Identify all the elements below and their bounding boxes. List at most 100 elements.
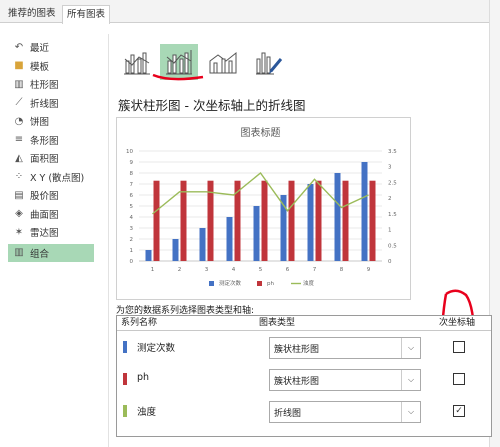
- y2-tick-label: 3: [388, 165, 392, 171]
- chevron-down-icon[interactable]: ⌵: [401, 370, 420, 390]
- series-name: 浊度: [137, 407, 157, 418]
- y-tick-label: 0: [130, 259, 134, 265]
- chart-type-value: 簇状柱形图: [274, 345, 320, 355]
- bar: [361, 162, 368, 261]
- y2-tick-label: 1: [388, 228, 392, 234]
- col-header-series-name: 系列名称: [121, 318, 158, 328]
- subtype-stacked-area-column[interactable]: [204, 44, 242, 80]
- legend-swatch: [257, 281, 262, 286]
- legend-label: 测定次数: [219, 279, 242, 287]
- sidebar-item-label: 面积图: [30, 154, 59, 166]
- series-table: 系列名称 图表类型 次坐标轴 测定次数 簇状柱形图 ⌵ ph 簇状柱形图 ⌵ 浊…: [116, 315, 492, 437]
- chart-type-select[interactable]: 折线图 ⌵: [269, 401, 421, 423]
- sidebar-item-recent[interactable]: ↶ 最近: [8, 38, 104, 57]
- series-name: 测定次数: [137, 343, 176, 354]
- bar: [369, 180, 376, 261]
- series-color-swatch: [123, 373, 127, 385]
- bar-chart-icon: ≡: [14, 134, 24, 146]
- x-tick-label: 6: [286, 267, 290, 273]
- bar: [307, 184, 314, 261]
- y-tick-label: 1: [130, 248, 134, 254]
- line-chart-icon: ⟋: [15, 97, 23, 109]
- header-divider: [117, 330, 491, 331]
- y-tick-label: 9: [130, 160, 134, 166]
- recent-icon: ↶: [14, 41, 24, 53]
- selection-underline-annotation: [152, 73, 204, 81]
- y-tick-label: 2: [130, 237, 134, 243]
- sidebar-item-area[interactable]: ◭ 面积图: [8, 149, 104, 168]
- sidebar-item-bar[interactable]: ≡ 条形图: [8, 131, 104, 150]
- series-row: ph 簇状柱形图 ⌵: [117, 365, 491, 395]
- chevron-down-icon[interactable]: ⌵: [401, 402, 420, 422]
- sidebar-item-label: 饼图: [30, 117, 50, 129]
- subtype-custom-combo[interactable]: [250, 44, 288, 80]
- chart-type-value: 簇状柱形图: [274, 377, 320, 387]
- folder-icon: ■: [14, 60, 24, 72]
- radar-chart-icon: ✶: [14, 226, 24, 238]
- y2-tick-label: 1.5: [388, 212, 397, 218]
- bar: [334, 173, 341, 261]
- area-chart-icon: ◭: [15, 152, 23, 164]
- sidebar-item-column[interactable]: ▥ 柱形图: [8, 75, 104, 94]
- sidebar-item-templates[interactable]: ■ 模板: [8, 57, 104, 76]
- sidebar-item-pie[interactable]: ◔ 饼图: [8, 112, 104, 131]
- col-header-chart-type: 图表类型: [259, 318, 296, 328]
- sidebar-item-label: X Y (散点图): [30, 172, 85, 184]
- chart-type-select[interactable]: 簇状柱形图 ⌵: [269, 369, 421, 391]
- tab-recommended-charts[interactable]: 推荐的图表: [4, 6, 60, 22]
- chart-type-select[interactable]: 簇状柱形图 ⌵: [269, 337, 421, 359]
- series-row: 测定次数 簇状柱形图 ⌵: [117, 333, 491, 363]
- bar: [342, 180, 349, 261]
- y-tick-label: 3: [130, 226, 134, 232]
- sidebar-item-label: 模板: [30, 61, 50, 73]
- chart-canvas: 图表标题 0 1 2 3 4 5 6 7 8 9 10 0 0.5 1 1.5 2 2.5 3 3.5 1 2 3 4 5 6 7 8…: [126, 126, 397, 287]
- y-tick-label: 7: [130, 182, 134, 188]
- bar: [288, 180, 295, 261]
- x-tick-label: 4: [232, 267, 236, 273]
- combo-chart-icon: ▥: [14, 247, 24, 258]
- series-row: 浊度 折线图 ⌵ ✓: [117, 397, 491, 427]
- sidebar-item-surface[interactable]: ◈ 曲面图: [8, 205, 104, 224]
- col-header-secondary-axis: 次坐标轴: [439, 318, 476, 328]
- combo-stacked-area-column-icon: [209, 51, 237, 74]
- x-tick-label: 9: [367, 267, 371, 273]
- legend-label: 浊度: [303, 279, 315, 287]
- x-tick-label: 7: [313, 267, 317, 273]
- combo-column-line-icon: [124, 52, 150, 75]
- secondary-axis-checkbox[interactable]: [453, 341, 465, 353]
- bar: [315, 180, 322, 261]
- chart-type-value: 折线图: [274, 409, 302, 419]
- y-tick-label: 8: [130, 171, 134, 177]
- x-tick-label: 8: [340, 267, 344, 273]
- sidebar-item-scatter[interactable]: ⁘ X Y (散点图): [8, 168, 104, 187]
- sidebar-item-radar[interactable]: ✶ 雷达图: [8, 223, 104, 242]
- bar: [199, 228, 206, 261]
- y-tick-label: 4: [130, 215, 134, 221]
- sidebar-item-stock[interactable]: ▤ 股价图: [8, 186, 104, 205]
- custom-combo-icon: [256, 52, 283, 75]
- chart-preview[interactable]: 图表标题 0 1 2 3 4 5 6 7 8 9 10 0 0.5 1 1.5 2 2.5 3 3.5 1 2 3 4 5 6 7 8…: [116, 117, 411, 300]
- pie-chart-icon: ◔: [14, 115, 24, 127]
- secondary-axis-checkbox[interactable]: ✓: [453, 405, 465, 417]
- bar: [253, 206, 260, 261]
- tab-bar: 推荐的图表 所有图表: [0, 0, 500, 24]
- secondary-axis-checkbox[interactable]: [453, 373, 465, 385]
- sidebar-item-label: 柱形图: [30, 80, 59, 92]
- sidebar-item-label: 组合: [30, 248, 50, 260]
- sidebar-item-combo[interactable]: ▥ 组合: [8, 243, 94, 262]
- y2-tick-label: 0: [388, 259, 392, 265]
- sidebar-item-label: 曲面图: [30, 209, 59, 221]
- y2-tick-label: 2.5: [388, 180, 397, 186]
- sidebar-item-label: 折线图: [30, 98, 59, 110]
- chevron-down-icon[interactable]: ⌵: [401, 338, 420, 358]
- tab-all-charts[interactable]: 所有图表: [62, 5, 111, 24]
- y-tick-label: 10: [126, 149, 133, 155]
- bar: [172, 239, 179, 261]
- x-tick-label: 2: [178, 267, 182, 273]
- sidebar-item-line[interactable]: ⟋ 折线图: [8, 94, 104, 113]
- bar: [153, 180, 160, 261]
- bar: [180, 180, 187, 261]
- checkmark-icon: ✓: [455, 406, 463, 416]
- y2-tick-label: 0.5: [388, 243, 397, 249]
- scatter-chart-icon: ⁘: [14, 171, 24, 183]
